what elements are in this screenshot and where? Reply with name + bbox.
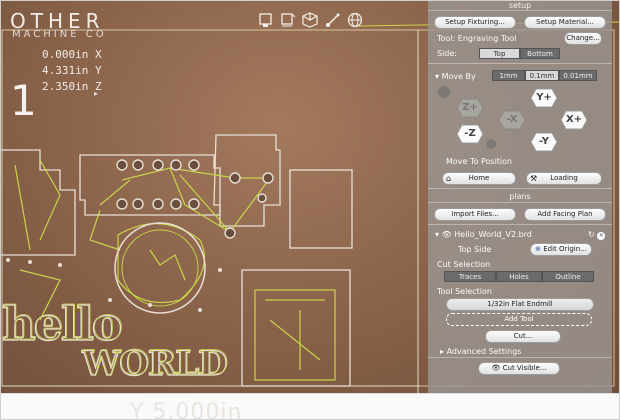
add-facing-plan-button[interactable]: Add Facing Plan [524, 208, 606, 221]
board-globe-inner [121, 229, 199, 307]
setup-material-button[interactable]: Setup Material... [524, 16, 606, 29]
setup-divider [428, 10, 612, 11]
coord-z-readout: 2.350in Z [42, 80, 102, 93]
jog-z-minus-button[interactable]: -Z [456, 124, 484, 144]
plans-divider-top [428, 188, 612, 189]
move-by-label: ▾ Move By [435, 72, 476, 81]
side-bottom-option[interactable]: Bottom [520, 48, 560, 59]
bottom-divider [428, 357, 612, 358]
setup-fixturing-button[interactable]: Setup Fixturing... [434, 16, 516, 29]
board-globe-outline [114, 222, 206, 314]
iso-view-icon[interactable] [302, 12, 318, 28]
visibility-eye-icon: 👁 [491, 364, 503, 372]
setup-header: setup [508, 1, 532, 10]
globe-icon[interactable] [347, 12, 363, 28]
step-0-01mm-option[interactable]: 0.01mm [559, 70, 597, 81]
import-files-button[interactable]: Import Files... [434, 208, 516, 221]
jog-z-plus-button[interactable]: Z+ [456, 98, 484, 118]
coord-expand-arrow[interactable]: ▸ [94, 89, 98, 98]
y-dimension-readout: Y 5.000in [130, 400, 243, 420]
cut-selection-label: Cut Selection [437, 260, 491, 269]
cut-outline-option[interactable]: Outline [542, 271, 594, 282]
tool-selection-label: Tool Selection [437, 287, 492, 296]
remove-plan-icon[interactable]: ✕ [597, 232, 606, 240]
move-to-position-label: Move To Position [446, 157, 513, 166]
plan-list-divider [428, 224, 612, 225]
control-panel: setup Setup Fixturing... Setup Material.… [428, 0, 612, 393]
front-view-icon[interactable] [280, 12, 296, 28]
cut-holes-option[interactable]: Holes [496, 271, 542, 282]
move-divider [428, 63, 612, 64]
coord-y-readout: 4.331in Y [42, 64, 102, 77]
home-button[interactable]: ⌂ Home [442, 172, 516, 185]
jog-x-minus-button[interactable]: -X [498, 110, 526, 130]
edit-origin-button[interactable]: ⊕ Edit Origin... [530, 243, 592, 256]
jog-indicator-dot-2 [486, 139, 496, 149]
jog-x-plus-button[interactable]: X+ [560, 110, 588, 130]
advanced-settings-toggle[interactable]: ▸ Advanced Settings [440, 347, 521, 356]
side-label: Side: [437, 49, 457, 58]
cut-visible-button[interactable]: 👁 Cut Visible... [478, 362, 560, 375]
jog-y-plus-button[interactable]: Y+ [530, 88, 558, 108]
app-window: hello WORLD hello WORLD OTHER MACHINE CO… [0, 0, 620, 420]
cut-traces-option[interactable]: Traces [444, 271, 496, 282]
top-side-label: Top Side [458, 245, 492, 254]
plans-header: plans [509, 192, 531, 201]
cut-button[interactable]: Cut... [485, 330, 561, 343]
coord-x-readout: 0.000in X [42, 48, 102, 61]
tool-selection-item[interactable]: 1/32in Flat Endmill [446, 298, 594, 311]
plan-file-row[interactable]: ▾ 👁 Hello_World_V2.brd [435, 230, 532, 239]
brand-logo-line2: MACHINE CO [12, 29, 107, 40]
top-view-icon[interactable] [258, 12, 274, 28]
step-0-1mm-option[interactable]: 0.1mm [525, 70, 559, 81]
plan-actions: ↻ ✕ [588, 230, 606, 240]
loading-icon: ⚒ [530, 174, 538, 183]
visibility-eye-icon[interactable]: 👁 [442, 230, 455, 239]
status-strip [0, 393, 620, 420]
jog-indicator-dot [438, 86, 450, 98]
refresh-icon[interactable]: ↻ [588, 230, 595, 239]
side-top-option[interactable]: Top [479, 48, 520, 59]
svg-text:hello: hello [3, 296, 122, 350]
add-tool-button[interactable]: Add Tool [446, 313, 592, 326]
jog-y-minus-button[interactable]: -Y [530, 132, 558, 152]
measure-icon[interactable] [325, 12, 341, 28]
tool-number: 1 [10, 76, 37, 125]
home-icon: ⌂ [446, 174, 452, 183]
plans-divider [428, 202, 612, 203]
svg-text:WORLD: WORLD [82, 343, 228, 383]
loading-button[interactable]: ⚒ Loading [526, 172, 602, 185]
step-1mm-option[interactable]: 1mm [492, 70, 525, 81]
tool-name-label: Tool: Engraving Tool [437, 34, 517, 43]
change-tool-button[interactable]: Change... [564, 32, 602, 45]
